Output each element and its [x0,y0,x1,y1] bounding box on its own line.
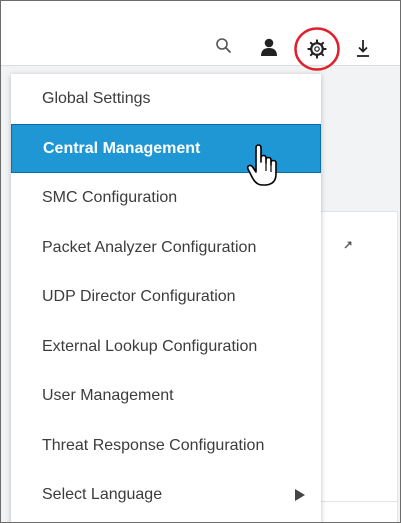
menu-item-select-language[interactable]: Select Language [11,470,321,520]
settings-dropdown-menu: Global Settings Central Management SMC C… [11,74,321,522]
menu-item-packet-analyzer-configuration[interactable]: Packet Analyzer Configuration [11,223,321,273]
menu-item-label: User Management [42,387,174,404]
menu-item-threat-response-configuration[interactable]: Threat Response Configuration [11,421,321,471]
download-icon[interactable] [354,38,372,58]
menu-item-label: Threat Response Configuration [42,436,265,454]
menu-item-external-lookup-configuration[interactable]: External Lookup Configuration [11,322,321,372]
menu-item-label: Global Settings [42,90,151,107]
app-window: Global Settings Central Management SMC C… [0,0,401,523]
search-icon[interactable] [215,37,233,55]
submenu-arrow-icon [295,489,305,501]
menu-item-udp-director-configuration[interactable]: UDP Director Configuration [11,272,321,322]
menu-item-label: UDP Director Configuration [42,288,236,305]
highlight-ring-icon [294,27,340,71]
user-icon[interactable] [259,37,279,57]
menu-item-label: Packet Analyzer Configuration [42,238,257,256]
menu-item-user-management[interactable]: User Management [11,371,321,421]
expand-arrow-icon[interactable] [343,240,353,250]
menu-item-global-settings[interactable]: Global Settings [11,74,321,124]
menu-item-label: External Lookup Configuration [42,337,258,355]
hand-cursor-icon [246,144,277,186]
menu-item-label: Select Language [42,486,163,503]
menu-item-label: SMC Configuration [42,189,178,206]
menu-item-label: Central Management [43,139,201,157]
top-toolbar [1,1,400,71]
